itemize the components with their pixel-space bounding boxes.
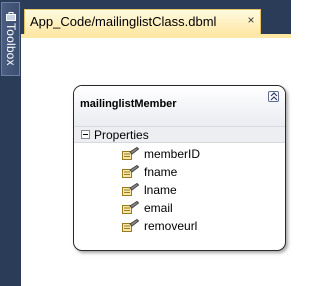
toolbox-strip: Toolbox	[0, 0, 21, 286]
property-label: fname	[144, 165, 178, 179]
tab-title: App_Code/mailinglistClass.dbml	[30, 14, 217, 29]
toolbox-label: Toolbox	[4, 23, 18, 66]
property-item[interactable]: email	[74, 199, 285, 217]
property-icon	[122, 218, 140, 233]
document-tabstrip: App_Code/mailinglistClass.dbml ×	[21, 0, 291, 34]
section-label: Properties	[94, 128, 149, 142]
toolbox-icon	[6, 8, 16, 21]
property-icon	[122, 200, 140, 215]
property-label: removeurl	[144, 219, 198, 233]
property-item[interactable]: memberID	[74, 145, 285, 163]
property-list: memberID fname lname email removeurl	[74, 145, 285, 235]
minus-icon[interactable]	[81, 130, 90, 139]
property-label: email	[144, 201, 173, 215]
property-icon	[122, 182, 140, 197]
property-item[interactable]: removeurl	[74, 217, 285, 235]
property-item[interactable]: lname	[74, 181, 285, 199]
property-label: memberID	[144, 147, 201, 161]
property-icon	[122, 164, 140, 179]
entity-title: mailinglistMember	[80, 98, 177, 110]
property-icon	[122, 146, 140, 161]
entity-header[interactable]: mailinglistMember	[74, 86, 285, 126]
toolbox-tab[interactable]: Toolbox	[1, 2, 20, 76]
collapse-icon[interactable]	[268, 91, 279, 102]
section-properties[interactable]: Properties	[74, 126, 285, 143]
property-item[interactable]: fname	[74, 163, 285, 181]
tab-mailinglistclass-dbml[interactable]: App_Code/mailinglistClass.dbml ×	[24, 9, 261, 34]
property-label: lname	[144, 183, 177, 197]
entity-mailinglistmember[interactable]: mailinglistMember Properties memberID fn…	[73, 85, 286, 251]
dbml-designer-surface[interactable]: mailinglistMember Properties memberID fn…	[21, 38, 291, 286]
close-icon[interactable]: ×	[244, 13, 258, 27]
